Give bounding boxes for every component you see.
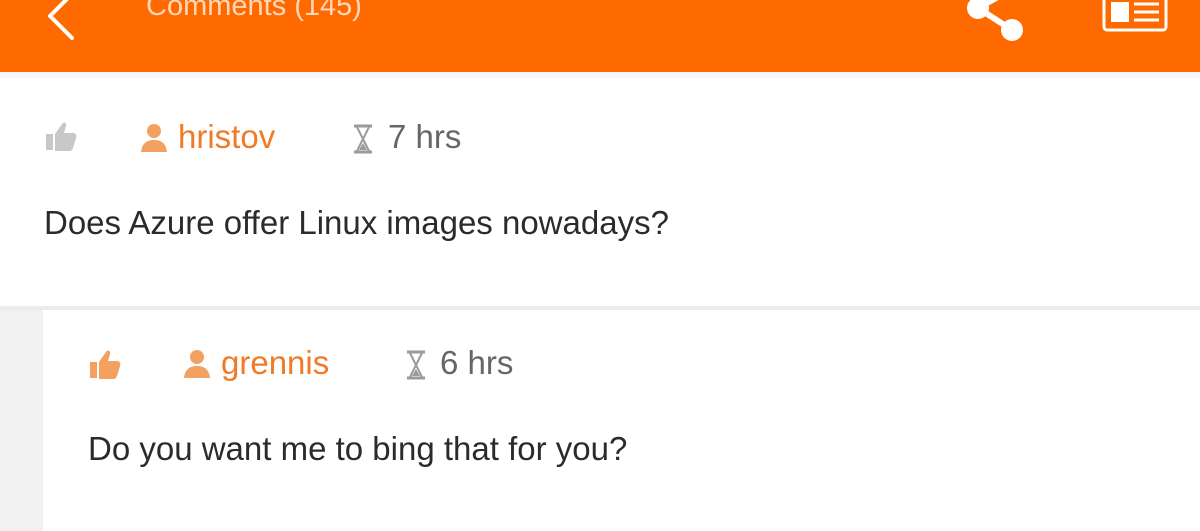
reply-time: 6 hrs bbox=[440, 344, 514, 381]
hourglass-icon bbox=[354, 124, 372, 154]
app-header: Comments (145) bbox=[0, 0, 1200, 78]
reply-thread: grennis 6 hrs Do you want me to bing tha… bbox=[0, 310, 1200, 531]
hourglass-icon bbox=[407, 350, 425, 380]
chevron-left-icon[interactable] bbox=[40, 0, 90, 42]
share-icon[interactable] bbox=[962, 0, 1032, 42]
page-title: Comments (145) bbox=[146, 0, 362, 22]
user-icon bbox=[184, 350, 210, 378]
thumbs-up-icon[interactable] bbox=[44, 120, 78, 154]
comment-username[interactable]: hristov bbox=[178, 118, 275, 156]
thumbs-up-icon[interactable] bbox=[88, 348, 122, 382]
newspaper-icon[interactable] bbox=[1102, 0, 1168, 34]
comment-item: hristov 7 hrs Does Azure offer Linux ima… bbox=[0, 78, 1200, 306]
reply-item: grennis 6 hrs Do you want me to bing tha… bbox=[43, 310, 1200, 531]
comment-time: 7 hrs bbox=[388, 118, 462, 155]
comment-text: Does Azure offer Linux images nowadays? bbox=[44, 204, 669, 241]
user-icon bbox=[141, 124, 167, 152]
reply-text: Do you want me to bing that for you? bbox=[88, 430, 628, 467]
reply-username[interactable]: grennis bbox=[221, 344, 329, 382]
